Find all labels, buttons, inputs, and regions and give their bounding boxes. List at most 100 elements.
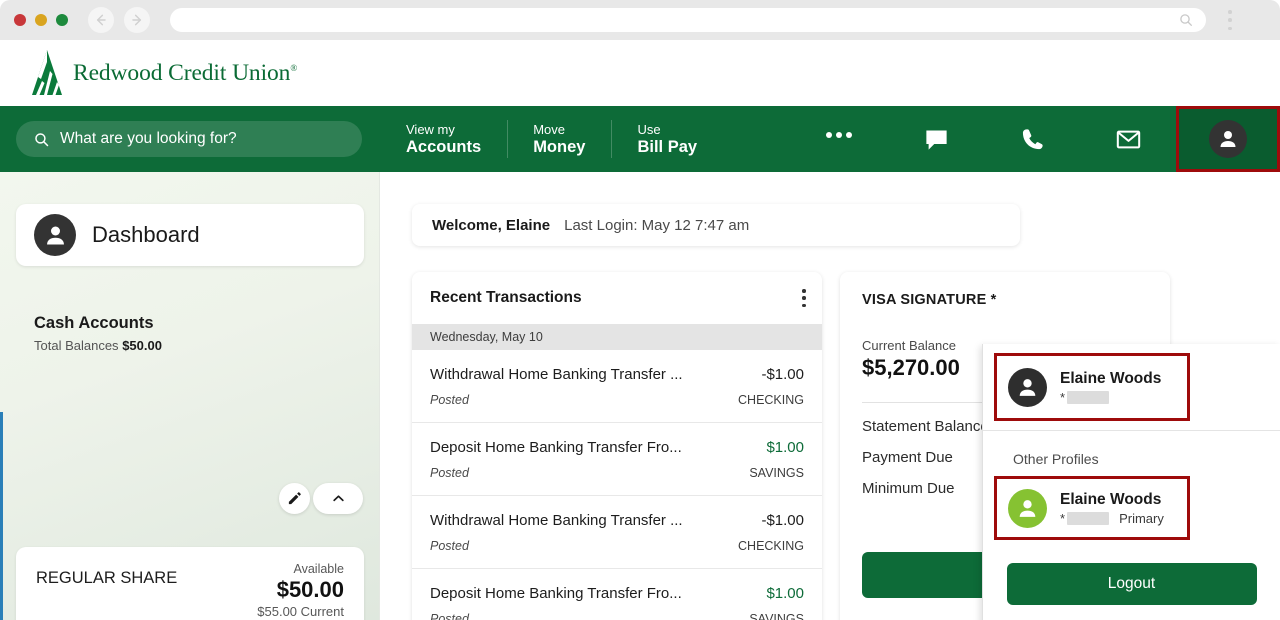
logout-button[interactable]: Logout — [1006, 563, 1257, 605]
last-login-text: Last Login: May 12 7:47 am — [564, 216, 750, 234]
recent-transactions-title: Recent Transactions — [430, 289, 582, 306]
status-badge: Primary — [1119, 511, 1164, 526]
nav-item-move-money[interactable]: Move Money — [507, 106, 611, 172]
active-profile-section: Elaine Woods * — [983, 344, 1280, 430]
transaction-amount: $1.00 — [766, 584, 804, 602]
app-root: Redwood Credit Union® View my Accounts M… — [0, 0, 1280, 620]
current-balance-value: $5,270.00 — [862, 355, 960, 380]
welcome-bar: Welcome, Elaine Last Login: May 12 7:47 … — [412, 204, 1020, 246]
transaction-description: Withdrawal Home Banking Transfer ... — [430, 511, 683, 529]
kebab-dot — [1228, 10, 1232, 14]
statement-balance-label: Statement Balance — [862, 418, 989, 435]
maximize-window-dot[interactable] — [56, 14, 68, 26]
active-profile-row[interactable]: Elaine Woods * — [997, 356, 1187, 418]
total-balances: Total Balances $50.00 — [34, 338, 162, 353]
nav-item-bill-pay[interactable]: Use Bill Pay — [611, 106, 723, 172]
available-label: Available — [293, 562, 344, 576]
mask-star: * — [1060, 511, 1066, 526]
search-icon — [35, 132, 49, 146]
collapse-accounts-button[interactable] — [313, 483, 363, 514]
redacted-account-number — [1067, 512, 1110, 525]
transaction-status: Posted — [430, 392, 469, 407]
transaction-description: Deposit Home Banking Transfer Fro... — [430, 584, 682, 602]
browser-chrome — [0, 0, 1280, 40]
chat-icon — [925, 130, 947, 150]
person-icon — [1220, 131, 1236, 147]
nav-item-prefix: Move — [533, 121, 565, 137]
close-window-dot[interactable] — [14, 14, 26, 26]
profile-name: Elaine Woods — [1060, 370, 1162, 387]
account-card[interactable]: REGULAR SHARE Available $50.00 $55.00 Cu… — [16, 547, 364, 620]
window-controls — [14, 14, 68, 26]
masked-account: * Primary — [1060, 511, 1164, 526]
sidebar: Dashboard Cash Accounts Total Balances $… — [0, 172, 380, 620]
visa-detail-rows: Statement Balance Payment Due Minimum Du… — [862, 418, 989, 511]
profile-dropdown-panel: Elaine Woods * Other Profiles Elaine Woo… — [982, 344, 1280, 620]
more-dot — [836, 132, 842, 138]
table-row[interactable]: Withdrawal Home Banking Transfer ... -$1… — [412, 496, 822, 569]
table-row[interactable]: Deposit Home Banking Transfer Fro... $1.… — [412, 569, 822, 620]
arrow-right-icon — [132, 14, 142, 26]
phone-icon — [1022, 128, 1043, 149]
nav-item-prefix: Use — [637, 121, 661, 137]
pencil-icon — [288, 492, 301, 505]
redacted-account-number — [1067, 391, 1110, 404]
brand-name-text: Redwood Credit Union — [73, 59, 291, 86]
visa-card-title: VISA SIGNATURE * — [862, 292, 997, 308]
chat-button[interactable] — [888, 106, 984, 172]
table-row[interactable]: Deposit Home Banking Transfer Fro... $1.… — [412, 423, 822, 496]
nav-item-label: Accounts — [406, 137, 482, 156]
registered-mark: ® — [290, 62, 298, 73]
brand-name: Redwood Credit Union® — [73, 60, 297, 87]
sidebar-accent-rail — [0, 412, 3, 620]
account-balances: Available $50.00 $55.00 Current — [257, 562, 344, 619]
browser-menu-button[interactable] — [1228, 10, 1232, 30]
other-profile-row[interactable]: Elaine Woods * Primary — [997, 479, 1187, 537]
back-button[interactable] — [88, 7, 114, 33]
magnifier-icon — [1180, 14, 1192, 26]
minimize-window-dot[interactable] — [35, 14, 47, 26]
nav-more-button[interactable] — [826, 131, 856, 139]
avatar — [1209, 120, 1247, 158]
transaction-account: SAVINGS — [749, 611, 804, 620]
nav-item-label: Bill Pay — [637, 137, 698, 156]
person-icon — [46, 226, 64, 244]
transaction-amount: -$1.00 — [761, 511, 804, 529]
transactions-menu-button[interactable] — [802, 289, 806, 307]
address-bar[interactable] — [170, 8, 1206, 32]
table-row[interactable]: Withdrawal Home Banking Transfer ... -$1… — [412, 350, 822, 423]
chevron-up-icon — [332, 495, 344, 502]
forward-button[interactable] — [124, 7, 150, 33]
nav-item-prefix: View my — [406, 121, 455, 137]
transaction-status: Posted — [430, 611, 469, 620]
available-amount: $50.00 — [276, 577, 344, 602]
nav-item-accounts[interactable]: View my Accounts — [380, 106, 507, 172]
brand-logo[interactable]: Redwood Credit Union® — [30, 49, 297, 97]
page-title: Dashboard — [92, 222, 200, 247]
mail-icon — [1116, 130, 1140, 148]
transaction-status: Posted — [430, 465, 469, 480]
phone-button[interactable] — [984, 106, 1080, 172]
transaction-amount: -$1.00 — [761, 365, 804, 383]
payment-due-label: Payment Due — [862, 449, 953, 466]
search-input[interactable] — [60, 130, 330, 148]
transaction-account: SAVINGS — [749, 465, 804, 480]
nav-menu: View my Accounts Move Money Use Bill Pay — [380, 106, 723, 172]
profile-menu-button[interactable] — [1176, 106, 1280, 172]
sidebar-item-dashboard[interactable]: Dashboard — [16, 204, 364, 266]
total-balances-value: $50.00 — [122, 338, 162, 353]
transaction-account: CHECKING — [738, 538, 804, 553]
nav-item-label: Money — [533, 137, 586, 156]
cash-accounts-header: Cash Accounts Total Balances $50.00 — [34, 314, 162, 353]
arrow-left-icon — [96, 14, 106, 26]
kebab-dot — [802, 296, 806, 300]
transaction-date-header: Wednesday, May 10 — [412, 324, 822, 350]
welcome-message: Welcome, Elaine — [432, 216, 551, 234]
kebab-dot — [802, 289, 806, 293]
edit-accounts-button[interactable] — [279, 483, 310, 514]
recent-transactions-header: Recent Transactions — [412, 272, 822, 324]
mail-button[interactable] — [1080, 106, 1176, 172]
person-icon — [1019, 499, 1036, 517]
kebab-dot — [802, 303, 806, 307]
site-search[interactable] — [16, 121, 362, 157]
